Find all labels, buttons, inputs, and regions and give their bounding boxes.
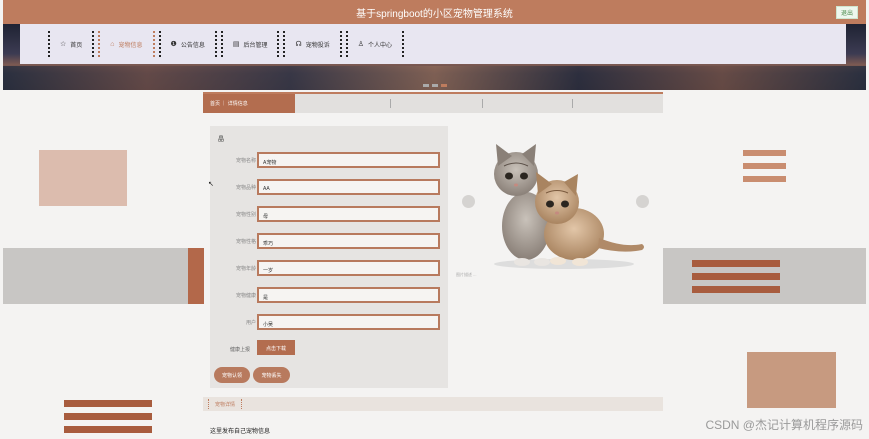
star-icon: ☆ <box>60 41 67 48</box>
deco-accent-bar <box>188 248 204 304</box>
field-label: 宠物品种 <box>235 185 256 191</box>
carousel-dot-active[interactable] <box>441 84 447 87</box>
nav-label: 宠物投诉 <box>305 42 330 49</box>
nav-item-pet-info[interactable]: ⌂ 宠物信息 <box>98 31 155 57</box>
field-value[interactable]: 小吴 <box>257 314 440 330</box>
nav-item-profile[interactable]: ♙ 个人中心 <box>345 31 405 57</box>
field-label: 宠物名称 <box>235 158 256 164</box>
field-pet-health: 宠物健康 是 <box>210 287 448 303</box>
field-pet-breed: 宠物品种 AA <box>210 179 448 195</box>
health-report-label: 健康上报 <box>230 347 251 353</box>
deco-stripe <box>64 413 152 420</box>
tab-pet-detail[interactable]: 宠物详情 <box>208 399 243 409</box>
deco-block <box>747 352 836 408</box>
deco-stripe <box>64 426 152 433</box>
publish-heading: 这里发布自己宠物信息 <box>210 429 271 435</box>
field-label: 宠物健康 <box>235 293 256 299</box>
deco-stripe <box>743 150 786 156</box>
deco-stripe <box>692 260 780 267</box>
logout-button[interactable]: 退出 <box>835 6 858 19</box>
carousel-dot[interactable] <box>423 84 429 87</box>
field-user: 用户 小吴 <box>210 314 448 330</box>
headset-icon: ☊ <box>295 41 302 48</box>
nav-label: 后台管理 <box>243 42 268 49</box>
kittens-image <box>494 144 644 269</box>
main-nav: ☆ 首页 ⌂ 宠物信息 ❶ 公告信息 ▤ 后台管理 ☊ 宠物投诉 ♙ 个人中心 <box>20 24 846 64</box>
field-pet-age: 宠物年龄 一岁 <box>210 260 448 276</box>
database-icon: ▤ <box>232 41 240 48</box>
nav-item-announcements[interactable]: ❶ 公告信息 <box>158 31 217 57</box>
site-title: 基于springboot的小区宠物管理系统 <box>356 9 513 20</box>
deco-band-left <box>3 248 188 304</box>
carousel-indicators[interactable] <box>423 84 447 87</box>
field-value[interactable]: AA <box>257 179 440 195</box>
mouse-cursor-icon: ↖ <box>208 181 214 188</box>
lost-pet-button[interactable]: 宠物丢失 <box>253 367 290 383</box>
header-bar: 基于springboot的小区宠物管理系统 退出 <box>3 0 866 24</box>
deco-stripe <box>743 163 786 169</box>
field-pet-temperament: 宠物性格 乖巧 <box>210 233 448 249</box>
field-label: 宠物性别 <box>235 212 256 218</box>
deco-block <box>39 150 127 206</box>
lower-tab-bar: 宠物详情 <box>203 397 663 411</box>
divider <box>572 99 573 108</box>
watermark: CSDN @杰记计算机程序源码 <box>705 418 863 432</box>
nav-label: 首页 <box>70 42 83 49</box>
divider <box>482 99 483 108</box>
info-icon: ❶ <box>170 41 177 48</box>
nav-label: 个人中心 <box>368 42 393 49</box>
nav-label: 公告信息 <box>180 42 205 49</box>
pet-detail-panel: 晶 宠物名称 A宠物 宠物品种 AA 宠物性别 母 宠物性格 乖巧 宠物年龄 一… <box>210 126 448 388</box>
breadcrumb: 首页 ｜ 详情信息 <box>203 92 663 113</box>
nav-item-complaints[interactable]: ☊ 宠物投诉 <box>283 31 342 57</box>
field-label: 宠物年龄 <box>235 266 256 272</box>
breadcrumb-page: 详情信息 <box>227 101 248 107</box>
detail-title: 晶 <box>218 137 225 143</box>
field-label: 宠物性格 <box>235 239 256 245</box>
house-icon: ⌂ <box>110 40 115 48</box>
deco-stripe <box>743 176 786 182</box>
nav-item-home[interactable]: ☆ 首页 <box>48 31 95 57</box>
claim-pet-button[interactable]: 宠物认领 <box>214 367 250 383</box>
breadcrumb-current: 首页 ｜ 详情信息 <box>203 94 295 113</box>
field-label: 用户 <box>245 320 256 326</box>
field-pet-gender: 宠物性别 母 <box>210 206 448 222</box>
breadcrumb-home[interactable]: 首页 <box>210 101 220 107</box>
carousel-dot[interactable] <box>432 84 438 87</box>
field-value[interactable]: A宠物 <box>257 152 440 168</box>
gallery-caption: 图片描述 ... <box>456 272 477 277</box>
divider <box>390 99 391 108</box>
field-value[interactable]: 乖巧 <box>257 233 440 249</box>
download-button[interactable]: 点击下载 <box>257 340 295 355</box>
deco-stripe <box>64 400 152 407</box>
nav-item-admin[interactable]: ▤ 后台管理 <box>220 31 280 57</box>
user-icon: ♙ <box>357 41 364 48</box>
deco-stripe <box>692 286 780 293</box>
field-value[interactable]: 是 <box>257 287 440 303</box>
deco-stripe <box>692 273 780 280</box>
field-value[interactable]: 一岁 <box>257 260 440 276</box>
field-value[interactable]: 母 <box>257 206 440 222</box>
nav-label: 宠物信息 <box>118 42 143 49</box>
field-pet-name: 宠物名称 A宠物 <box>210 152 448 168</box>
